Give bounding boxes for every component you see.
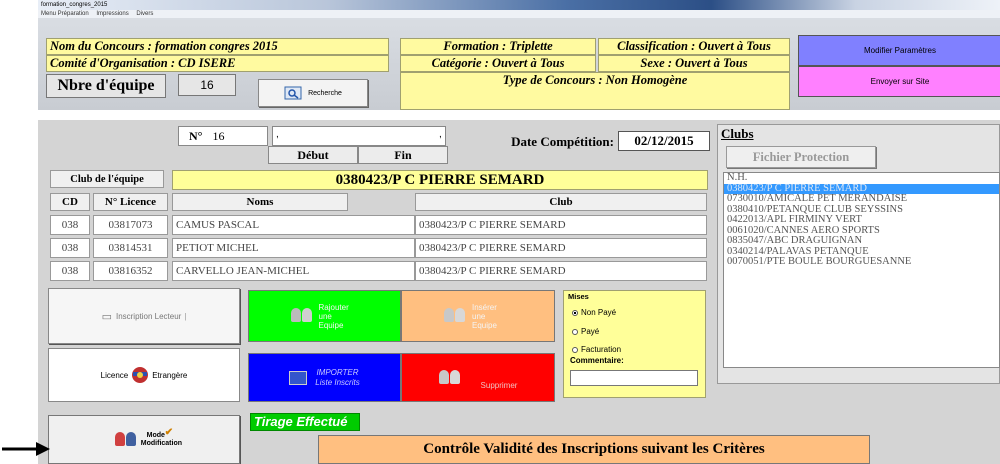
supprimer-label: Supprimer [480, 381, 518, 390]
club-item[interactable]: N.H. [724, 172, 999, 184]
commentaire-input[interactable] [570, 370, 698, 386]
numero-box: N° 16 [178, 126, 268, 146]
non-paye-label: Non Payé [581, 308, 617, 317]
club-equipe-label: Club de l'équipe [50, 170, 164, 188]
row3-cd[interactable]: 038 [50, 261, 90, 281]
licence-etrangere-button[interactable]: Licence Etrangère [48, 348, 240, 402]
nbre-equipe-value: 16 [178, 74, 236, 96]
numero-label: N° [189, 128, 203, 143]
row2-licence[interactable]: 03814531 [93, 238, 168, 258]
club-item[interactable]: 0422013/APL FIRMINY VERT [724, 214, 999, 226]
card-reader-icon: ▭ [101, 310, 112, 323]
rajouter-equipe-label: Rajouter une Equipe [318, 302, 349, 330]
check-icon: ✔ [164, 427, 174, 438]
sexe-label: Sexe : Ouvert à Tous [598, 55, 790, 72]
radio-selected-icon[interactable] [572, 309, 578, 316]
row2-cd[interactable]: 038 [50, 238, 90, 258]
flags-icon [132, 367, 149, 383]
envoyer-site-button[interactable]: Envoyer sur Site [798, 66, 1000, 97]
inserer-equipe-button[interactable]: Insérer une Equipe [401, 290, 555, 342]
row3-nom[interactable]: CARVELLO JEAN-MICHEL [172, 261, 415, 281]
facturation-label: Facturation [581, 345, 622, 354]
tirage-status: Tirage Effectué [250, 413, 360, 431]
mises-option-facturation[interactable]: Facturation [572, 345, 621, 354]
row1-club[interactable]: 0380423/P C PIERRE SEMARD [415, 215, 707, 235]
inscription-lecteur-label: Inscription Lecteur [115, 311, 182, 321]
recherche-button[interactable]: Recherche [258, 79, 368, 107]
col-header-licence: N° Licence [93, 193, 168, 211]
categorie-label: Catégorie : Ouvert à Tous [400, 55, 596, 72]
users-edit-icon [114, 431, 137, 448]
team-add-icon [290, 308, 313, 324]
mises-option-non-paye[interactable]: Non Payé [572, 308, 616, 317]
menu-item-impressions[interactable]: Impressions [96, 11, 128, 17]
supprimer-button[interactable]: Supprimer [401, 353, 555, 402]
row2-nom[interactable]: PETIOT MICHEL [172, 238, 415, 258]
mises-group: Mises Non Payé Payé Facturation Commenta… [563, 290, 706, 398]
inscription-lecteur-button[interactable]: ▭ Inscription Lecteur | [48, 288, 240, 344]
comite-organisation: Comité d'Organisation : CD ISERE [46, 55, 389, 72]
debut-button[interactable]: Début [268, 146, 358, 164]
classification-label: Classification : Ouvert à Tous [598, 38, 790, 55]
import-icon [289, 370, 308, 385]
col-header-noms: Noms [172, 193, 348, 211]
mode-modification-button[interactable]: Mode Modification ✔ [48, 415, 240, 464]
modifier-parametres-button[interactable]: Modifier Paramètres [798, 35, 1000, 66]
menu-item-preparation[interactable]: Menu Préparation [41, 11, 89, 17]
type-concours-label: Type de Concours : Non Homogène [400, 72, 790, 110]
numero-value: 16 [212, 128, 225, 143]
row3-licence[interactable]: 03816352 [93, 261, 168, 281]
inserer-equipe-label: Insérer une Equipe [472, 302, 497, 330]
window-title: formation_congres_2015 [41, 2, 108, 8]
team-delete-icon [438, 369, 461, 386]
liste-inscrits-label: Liste Inscrits [315, 377, 360, 387]
col-header-club: Club [415, 193, 707, 211]
formation-label: Formation : Triplette [400, 38, 596, 55]
licence-label: Licence [100, 370, 129, 380]
controle-validite-button[interactable]: Contrôle Validité des Inscriptions suiva… [318, 435, 870, 464]
nbre-equipe-label: Nbre d'équipe [46, 74, 166, 98]
pointer-arrow-icon [2, 442, 50, 456]
radio-icon[interactable] [572, 328, 578, 335]
menu-bar: Menu Préparation Impressions Divers [38, 10, 1000, 18]
rajouter-equipe-button[interactable]: Rajouter une Equipe [248, 290, 401, 342]
row1-licence[interactable]: 03817073 [93, 215, 168, 235]
club-item[interactable]: 0070051/PTE BOULE BOURGUESANNE [724, 256, 999, 268]
menu-item-divers[interactable]: Divers [136, 11, 153, 17]
scroll-right-icon[interactable]: , [439, 129, 442, 140]
row1-cd[interactable]: 038 [50, 215, 90, 235]
club-item[interactable]: 0730010/AMICALE PET MERANDAISE [724, 193, 999, 205]
col-header-cd: CD [50, 193, 90, 211]
scroll-left-icon[interactable]: , [276, 129, 279, 140]
mises-title: Mises [568, 292, 589, 301]
date-competition-label: Date Compétition: [511, 134, 614, 149]
club-item[interactable]: 0835047/ABC DRAGUIGNAN [724, 235, 999, 247]
etrangere-label: Etrangère [152, 370, 188, 380]
row3-club[interactable]: 0380423/P C PIERRE SEMARD [415, 261, 707, 281]
row2-club[interactable]: 0380423/P C PIERRE SEMARD [415, 238, 707, 258]
equipe-scrollbar[interactable]: , , [272, 126, 446, 146]
mises-option-paye[interactable]: Payé [572, 327, 599, 336]
date-competition-field[interactable]: 02/12/2015 [618, 131, 710, 151]
fin-button[interactable]: Fin [358, 146, 448, 164]
window-titlebar: formation_congres_2015 [38, 0, 1000, 10]
radio-icon[interactable] [572, 346, 578, 353]
paye-label: Payé [581, 327, 600, 336]
importer-liste-button[interactable]: IMPORTER Liste Inscrits [248, 353, 401, 402]
club-equipe-value: 0380423/P C PIERRE SEMARD [172, 170, 708, 190]
row1-nom[interactable]: CAMUS PASCAL [172, 215, 415, 235]
clubs-list[interactable]: N.H. 0380423/P C PIERRE SEMARD 0730010/A… [723, 172, 1000, 368]
team-insert-icon [444, 308, 466, 324]
importer-label: IMPORTER [316, 367, 359, 377]
recherche-label: Recherche [308, 89, 342, 97]
commentaire-label: Commentaire: [570, 356, 624, 365]
search-icon [284, 86, 302, 100]
clubs-title: Clubs [721, 126, 754, 141]
fichier-protection-button[interactable]: Fichier Protection [726, 146, 876, 168]
concours-nom: Nom du Concours : formation congres 2015 [46, 38, 389, 55]
